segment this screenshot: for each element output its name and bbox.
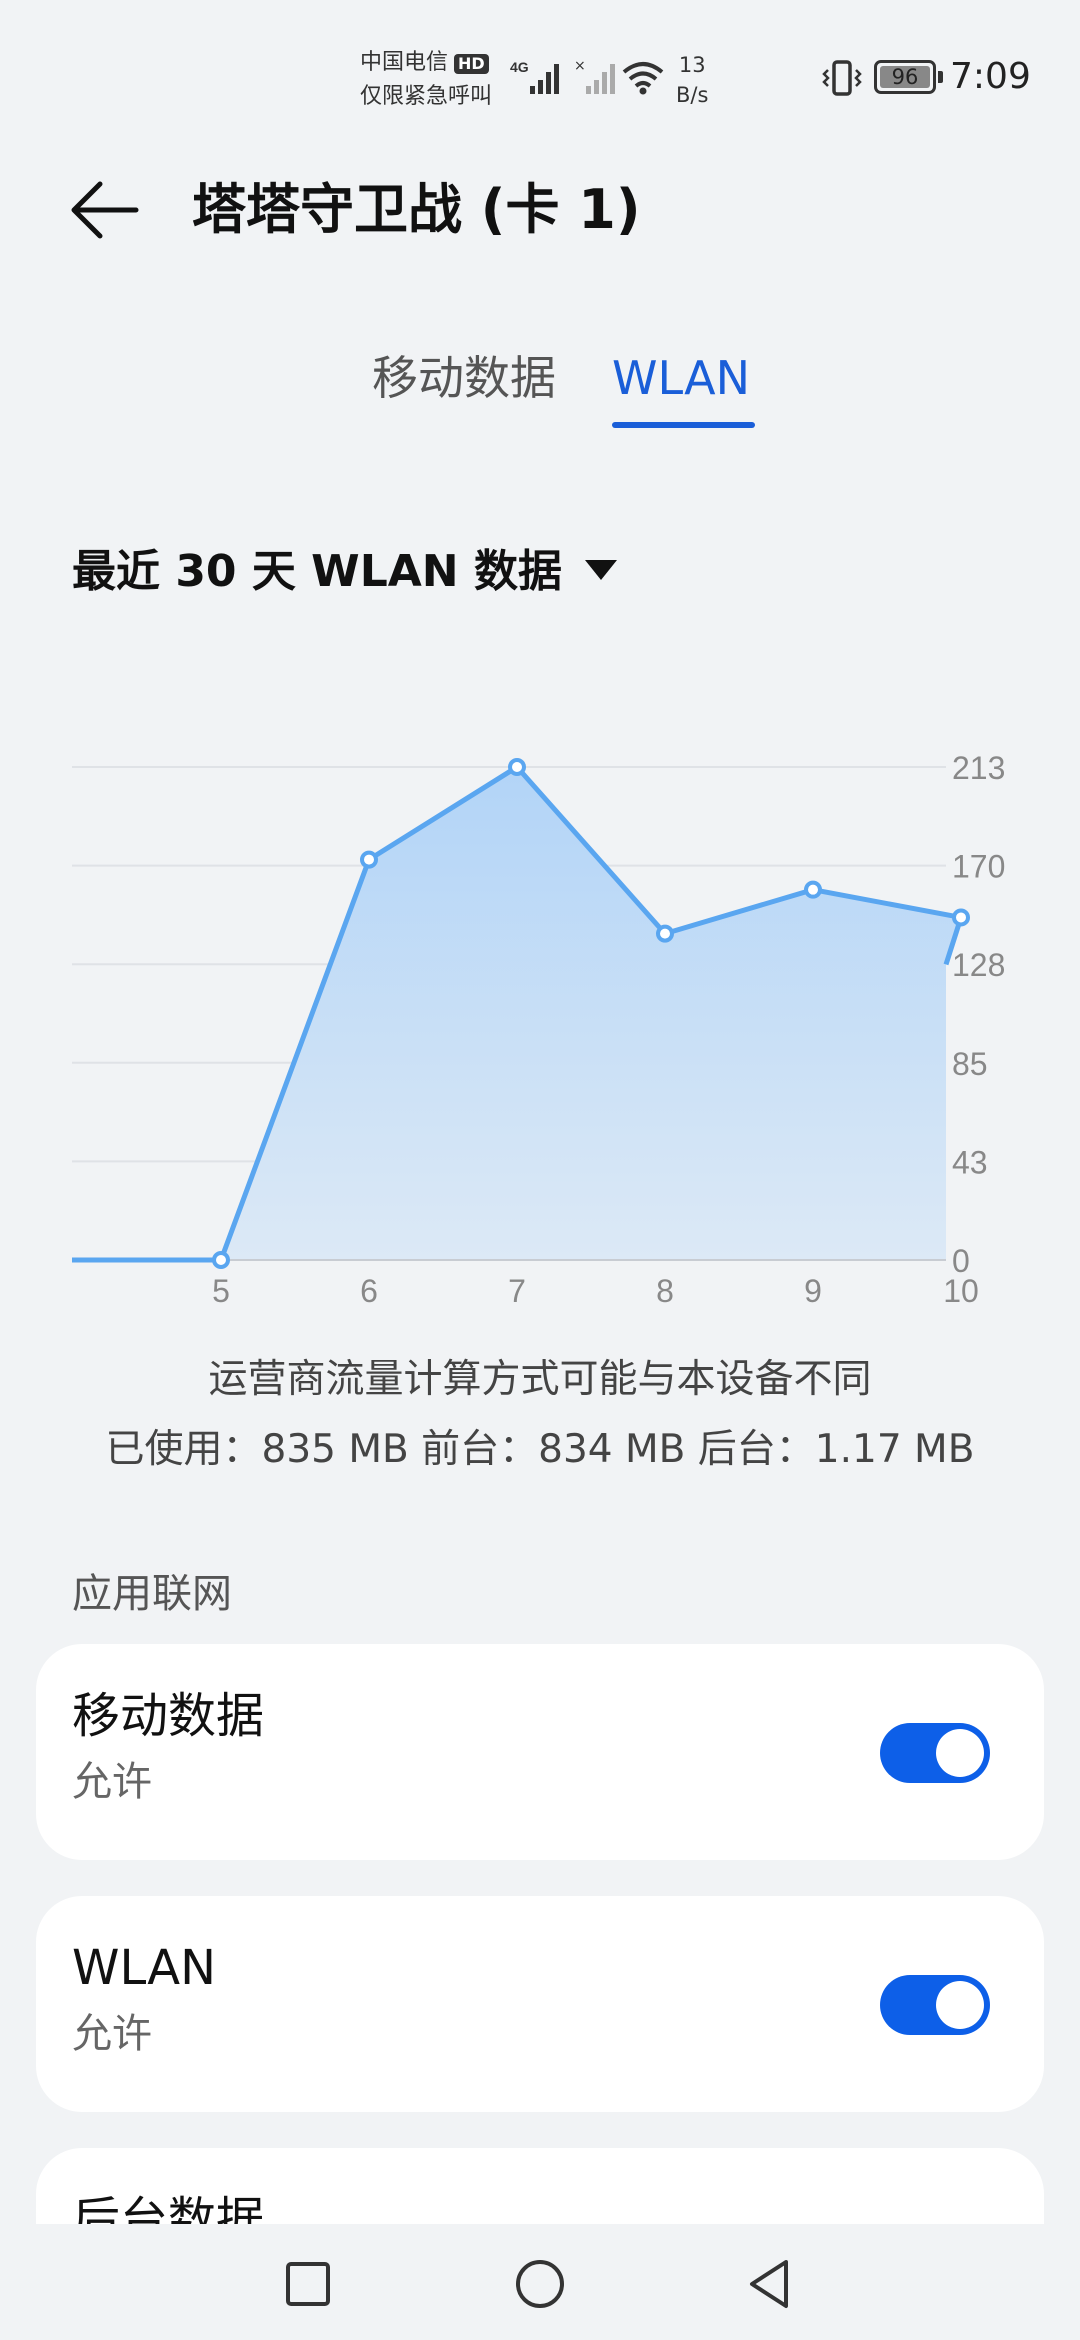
wlan-usage-chart: 213 170 128 85 43 0 5 6 7 8 9 10 [0,700,1080,1340]
setting-title: 移动数据 [72,1688,265,1744]
square-icon[interactable] [278,2254,338,2314]
network-type-label: 4G [510,59,529,75]
tab-mobile-data[interactable]: 移动数据 [372,346,556,410]
status-bar: 中国电信 HD 仅限紧急呼叫 4G × 13 B/s 96 7:09 [0,0,1080,150]
emergency-only-text: 仅限紧急呼叫 [360,84,493,109]
active-tab-indicator [612,422,755,428]
y-tick-label: 213 [952,750,1005,786]
x-tick-label: 10 [943,1273,979,1309]
data-point [508,758,526,776]
y-tick-label: 128 [952,947,1005,983]
toggle-knob [936,1981,984,2029]
net-speed-value: 13 [678,53,706,77]
data-point [360,850,378,869]
wifi-icon [622,62,664,95]
cellular-signal-icon: 4G [510,59,559,94]
x-tick-label: 6 [360,1273,378,1309]
chart-svg: 213170128854305 6 7 8 9 10 [72,750,1005,1309]
toggle-knob [936,1729,984,1777]
clock: 7:09 [950,56,1031,97]
battery-icon: 96 [874,60,943,94]
svg-text:×: × [574,58,586,74]
carrier-name: 中国电信 [360,50,449,75]
usage-summary: 已使用：835 MB 前台：834 MB 后台：1.17 MB [105,1427,975,1472]
data-point [804,880,822,899]
tab-wlan[interactable]: WLAN [612,346,750,410]
carrier-info: 中国电信 HD 仅限紧急呼叫 [360,46,492,114]
carrier-disclaimer: 运营商流量计算方式可能与本设备不同 [208,1357,872,1402]
section-label-app-network: 应用联网 [72,1571,232,1617]
data-point [212,1251,230,1269]
page-title: 塔塔守卫战 (卡 1) [192,178,641,241]
x-tick-label: 7 [508,1273,526,1309]
no-sim-signal-icon: × [574,58,615,94]
caret-down-icon[interactable] [585,560,617,580]
x-tick-label: 8 [656,1273,674,1309]
period-selector[interactable]: 最近 30 天 WLAN 数据 [72,540,562,604]
data-point [952,908,970,927]
battery-level: 96 [891,65,919,89]
wlan-setting-card: WLAN 允许 [36,1896,1044,2112]
wlan-toggle[interactable] [880,1975,990,2035]
net-speed-unit: B/s [676,83,709,107]
x-tick-label: 5 [212,1273,230,1309]
y-tick-label: 170 [952,849,1005,885]
setting-status: 允许 [72,2011,152,2057]
app-traffic-page: 中国电信 HD 仅限紧急呼叫 4G × 13 B/s 96 7:09 塔塔守卫战… [0,0,1080,2340]
x-tick-label: 9 [804,1273,822,1309]
triangle-back-icon[interactable] [740,2254,800,2314]
mobile-data-toggle[interactable] [880,1723,990,1783]
setting-status: 允许 [72,1759,152,1805]
net-speed: 13 B/s [676,50,708,110]
mobile-data-setting-card: 移动数据 允许 [36,1644,1044,1860]
hd-badge: HD [454,54,489,74]
setting-title: WLAN [72,1940,217,1996]
arrow-left-icon[interactable] [70,176,146,244]
circle-icon[interactable] [510,2254,570,2314]
vibrate-icon [822,60,862,96]
y-tick-label: 43 [952,1144,988,1180]
area-fill [72,767,961,1260]
data-point [656,924,674,943]
navigation-bar [0,2224,1080,2340]
y-tick-label: 85 [952,1046,988,1082]
